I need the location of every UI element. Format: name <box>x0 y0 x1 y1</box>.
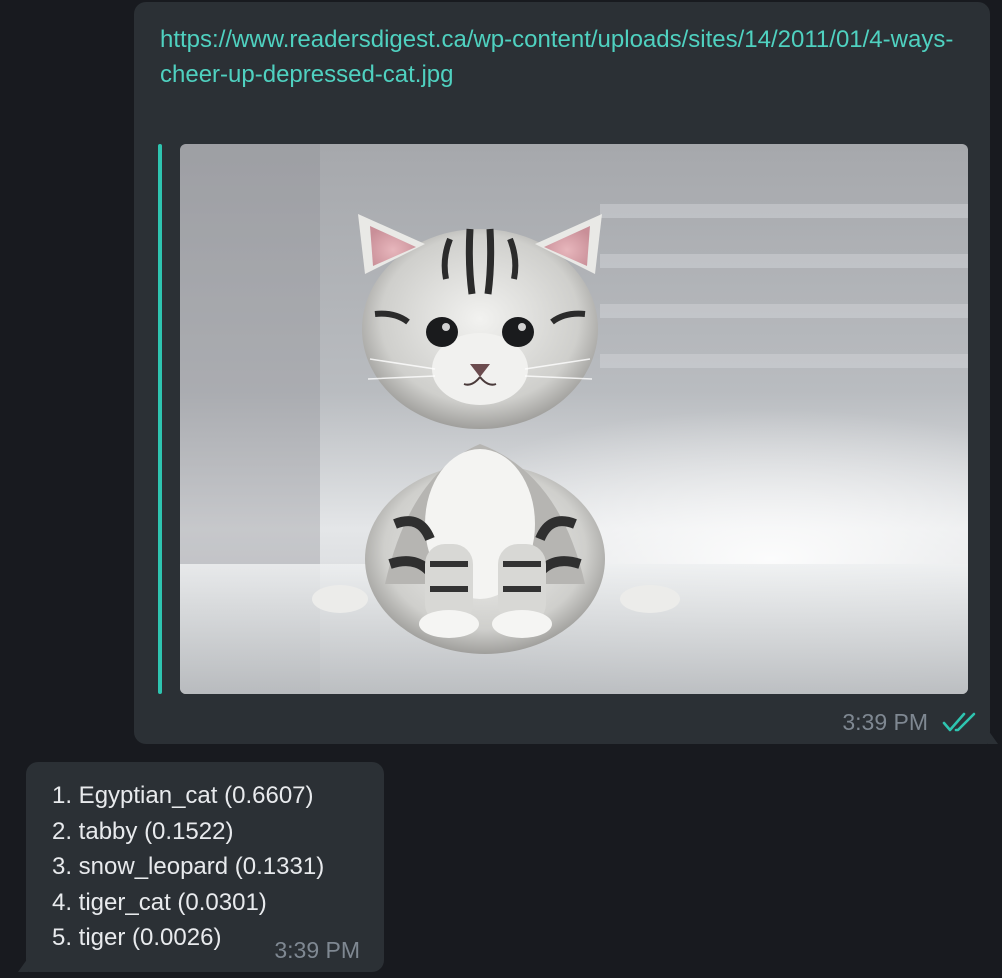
incoming-message-meta: 3:39 PM <box>274 937 360 964</box>
kitten-preview-image[interactable] <box>180 144 968 694</box>
outgoing-message-meta: 3:39 PM <box>842 706 978 738</box>
image-url-link[interactable]: https://www.readersdigest.ca/wp-content/… <box>160 22 960 92</box>
link-preview[interactable] <box>158 144 968 694</box>
list-item: 2. tabby (0.1522) <box>52 817 234 845</box>
classification-results-list: 1. Egyptian_cat (0.6607) 2. tabby (0.152… <box>52 778 324 956</box>
link-preview-accent-bar <box>158 144 162 694</box>
outgoing-message-time: 3:39 PM <box>842 708 928 735</box>
list-item: 3. snow_leopard (0.1331) <box>52 853 325 880</box>
incoming-message-time: 3:39 PM <box>274 937 360 963</box>
outgoing-message-bubble[interactable]: https://www.readersdigest.ca/wp-content/… <box>134 2 990 744</box>
chat-area: https://www.readersdigest.ca/wp-content/… <box>0 0 1002 978</box>
incoming-message-bubble[interactable]: 1. Egyptian_cat (0.6607) 2. tabby (0.152… <box>26 762 384 972</box>
kitten-photo-icon <box>180 144 968 694</box>
double-check-icon <box>942 712 976 732</box>
list-item: 4. tiger_cat (0.0301) <box>52 888 267 916</box>
list-item: 1. Egyptian_cat (0.6607) <box>52 782 314 809</box>
